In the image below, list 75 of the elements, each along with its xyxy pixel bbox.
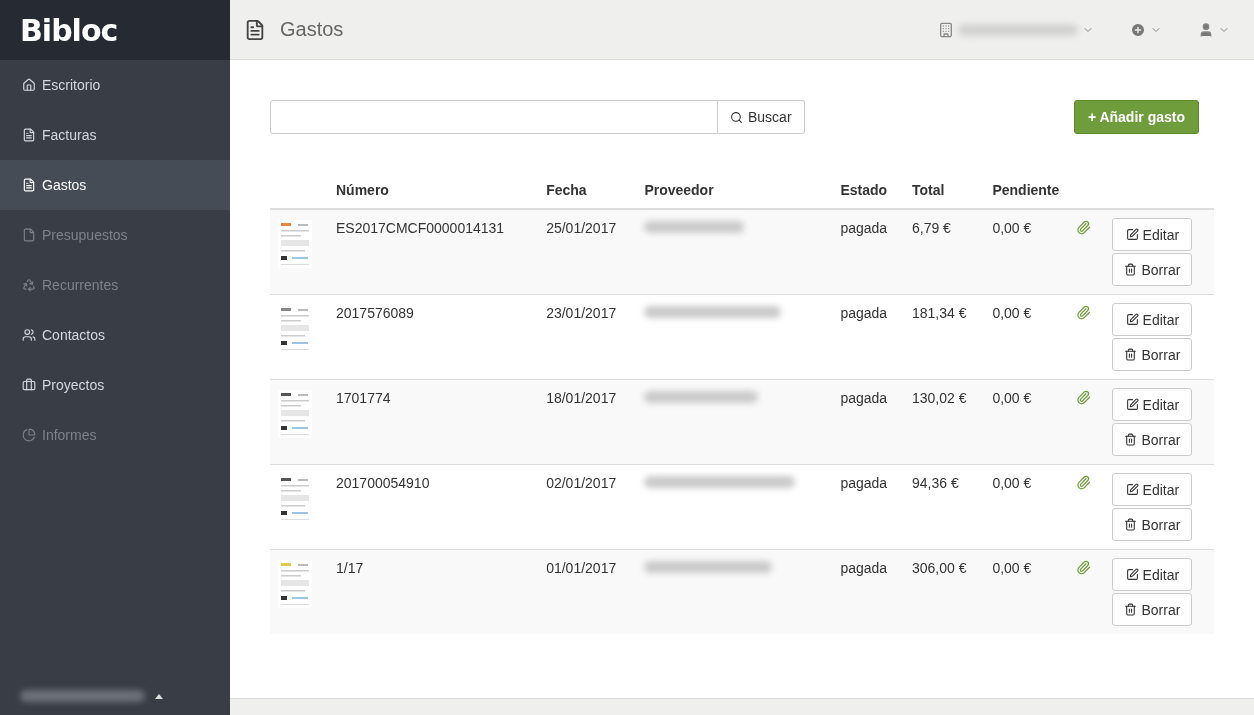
sidebar-item[interactable]: Facturas: [0, 110, 230, 160]
sidebar-item[interactable]: Gastos: [0, 160, 230, 210]
delete-button[interactable]: Borrar: [1112, 253, 1193, 286]
table-cell: 01/01/2017: [538, 549, 637, 634]
home-icon: [22, 78, 36, 92]
table-cell: 23/01/2017: [538, 294, 637, 380]
table-cell: pagada: [832, 464, 904, 550]
delete-button[interactable]: Borrar: [1112, 508, 1193, 541]
document-icon: [22, 178, 36, 192]
table-cell: 0,00 €: [984, 464, 1069, 550]
table-cell: pagada: [832, 209, 904, 295]
trash-icon: [1124, 348, 1138, 361]
table-cell: 94,36 €: [903, 464, 985, 550]
table-cell: 181,34 €: [903, 294, 985, 380]
table-cell: 201700054910: [328, 464, 539, 550]
edit-button[interactable]: Editar: [1112, 303, 1193, 336]
table-cell: 306,00 €: [903, 549, 985, 634]
edit-icon: [1125, 313, 1139, 326]
table-cell: pagada: [832, 549, 904, 634]
recycle-icon: [22, 278, 36, 292]
table-cell: pagada: [832, 294, 904, 380]
trash-icon: [1124, 603, 1138, 616]
edit-button[interactable]: Editar: [1112, 558, 1193, 591]
paperclip-icon[interactable]: [1076, 390, 1092, 405]
pie-chart-icon: [22, 428, 36, 442]
users-icon: [22, 328, 36, 342]
table-cell: 25/01/2017: [538, 209, 637, 295]
search-field[interactable]: [270, 100, 718, 134]
briefcase-icon: [22, 378, 36, 392]
add-menu[interactable]: [1130, 21, 1162, 38]
table-cell: ES2017CMCF0000014131: [328, 209, 539, 295]
table-cell: pagada: [832, 379, 904, 465]
edit-button[interactable]: Editar: [1112, 388, 1193, 421]
page-title: Gastos: [280, 18, 345, 41]
sidebar-item[interactable]: Escritorio: [0, 60, 230, 110]
edit-button[interactable]: Editar: [1112, 218, 1193, 251]
plus-circle-icon: [1130, 21, 1146, 38]
trash-icon: [1124, 263, 1138, 276]
table-cell: 18/01/2017: [538, 379, 637, 465]
delete-button[interactable]: Borrar: [1112, 423, 1193, 456]
table-cell: 0,00 €: [984, 549, 1069, 634]
table-cell: 0,00 €: [984, 209, 1069, 295]
table-cell: 6,79 €: [903, 209, 985, 295]
table-cell: 1/17: [328, 549, 539, 634]
trash-icon: [1124, 518, 1138, 531]
company-menu[interactable]: [938, 21, 1094, 38]
user-icon: [1198, 21, 1214, 38]
edit-icon: [1125, 398, 1139, 411]
paperclip-icon[interactable]: [1076, 305, 1092, 320]
delete-button[interactable]: Borrar: [1112, 593, 1193, 626]
trash-icon: [1124, 433, 1138, 446]
table-cell: 1701774: [328, 379, 539, 465]
document-icon: [22, 128, 36, 142]
table-cell: 130,02 €: [903, 379, 985, 465]
document-icon: [22, 228, 36, 242]
edit-button[interactable]: Editar: [1112, 473, 1193, 506]
search-icon: [730, 110, 743, 124]
paperclip-icon[interactable]: [1076, 475, 1092, 490]
table-cell: 0,00 €: [984, 294, 1069, 380]
sidebar-item[interactable]: Contactos: [0, 310, 230, 360]
edit-icon: [1125, 228, 1139, 241]
paperclip-icon[interactable]: [1076, 220, 1092, 235]
search-button[interactable]: Buscar: [718, 100, 805, 134]
document-icon: [244, 18, 266, 41]
caret-up-icon: [155, 693, 163, 699]
paperclip-icon[interactable]: [1076, 560, 1092, 575]
table-cell: 02/01/2017: [538, 464, 637, 550]
building-icon: [938, 21, 954, 38]
user-menu[interactable]: [1198, 21, 1230, 38]
table-cell: 2017576089: [328, 294, 539, 380]
table-cell: 0,00 €: [984, 379, 1069, 465]
delete-button[interactable]: Borrar: [1112, 338, 1193, 371]
sidebar-item[interactable]: Proyectos: [0, 360, 230, 410]
edit-icon: [1125, 568, 1139, 581]
edit-icon: [1125, 483, 1139, 496]
